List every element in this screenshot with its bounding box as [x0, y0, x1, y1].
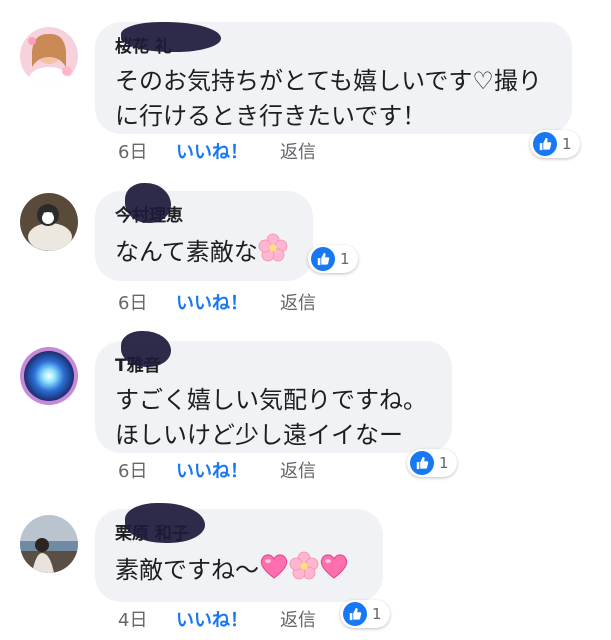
redaction-scribble — [125, 503, 205, 543]
commenter-name[interactable]: 今村理恵 — [115, 183, 183, 227]
reply-button[interactable]: 返信 — [280, 609, 316, 633]
reaction-count: 1 — [439, 454, 449, 472]
comment-bubble: T雅音 すごく嬉しい気配りですね。 ほしいけど少し遠イイなー — [95, 331, 452, 453]
redaction-scribble — [125, 183, 171, 223]
avatar[interactable] — [20, 193, 78, 251]
like-thumb-icon — [343, 602, 367, 626]
comment-text: なんて素敵な — [115, 233, 293, 273]
avatar[interactable] — [20, 515, 78, 573]
redaction-scribble — [121, 331, 171, 367]
cherry-blossom-emoji-icon — [258, 233, 288, 273]
comment-text: そのお気持ちがとても嬉しいです♡撮り に行けるとき行きたいです！ — [115, 67, 542, 130]
like-thumb-icon — [311, 247, 335, 271]
pink-heart-emoji-icon — [259, 552, 289, 590]
commenter-name[interactable]: 桜花 礼 — [115, 22, 221, 58]
like-button[interactable]: いいね！ — [176, 460, 248, 484]
redaction-scribble — [121, 22, 221, 52]
timestamp[interactable]: 4日 — [118, 609, 147, 633]
like-thumb-icon — [410, 451, 434, 475]
timestamp[interactable]: 6日 — [118, 460, 147, 484]
comment-text: 素敵ですね〜 — [115, 551, 363, 591]
reaction-count: 1 — [562, 135, 572, 153]
reaction-summary[interactable]: 1 — [407, 449, 457, 477]
like-button[interactable]: いいね！ — [176, 609, 248, 633]
cherry-blossom-emoji-icon — [289, 551, 319, 591]
reply-button[interactable]: 返信 — [280, 292, 316, 316]
reaction-summary[interactable]: 1 — [340, 600, 390, 628]
timestamp[interactable]: 6日 — [118, 141, 147, 165]
reaction-summary[interactable]: 1 — [530, 130, 580, 158]
comment-bubble: 栗原 和子 素敵ですね〜 — [95, 503, 383, 602]
like-button[interactable]: いいね！ — [176, 292, 248, 316]
reply-button[interactable]: 返信 — [280, 460, 316, 484]
comment-text: すごく嬉しい気配りですね。 ほしいけど少し遠イイなー — [115, 386, 427, 449]
reply-button[interactable]: 返信 — [280, 141, 316, 165]
avatar[interactable] — [20, 27, 78, 85]
avatar[interactable] — [20, 347, 78, 405]
commenter-name[interactable]: T雅音 — [115, 331, 171, 377]
comment-bubble: 桜花 礼 そのお気持ちがとても嬉しいです♡撮り に行けるとき行きたいです！ — [95, 22, 572, 134]
like-button[interactable]: いいね！ — [176, 141, 248, 165]
like-thumb-icon — [533, 132, 557, 156]
commenter-name[interactable]: 栗原 和子 — [115, 503, 205, 545]
reaction-count: 1 — [372, 605, 382, 623]
timestamp[interactable]: 6日 — [118, 292, 147, 316]
reaction-summary[interactable]: 1 — [308, 245, 358, 273]
reaction-count: 1 — [340, 250, 350, 268]
comment-bubble: 今村理恵 なんて素敵な — [95, 183, 313, 281]
pink-heart-emoji-icon — [319, 552, 349, 590]
